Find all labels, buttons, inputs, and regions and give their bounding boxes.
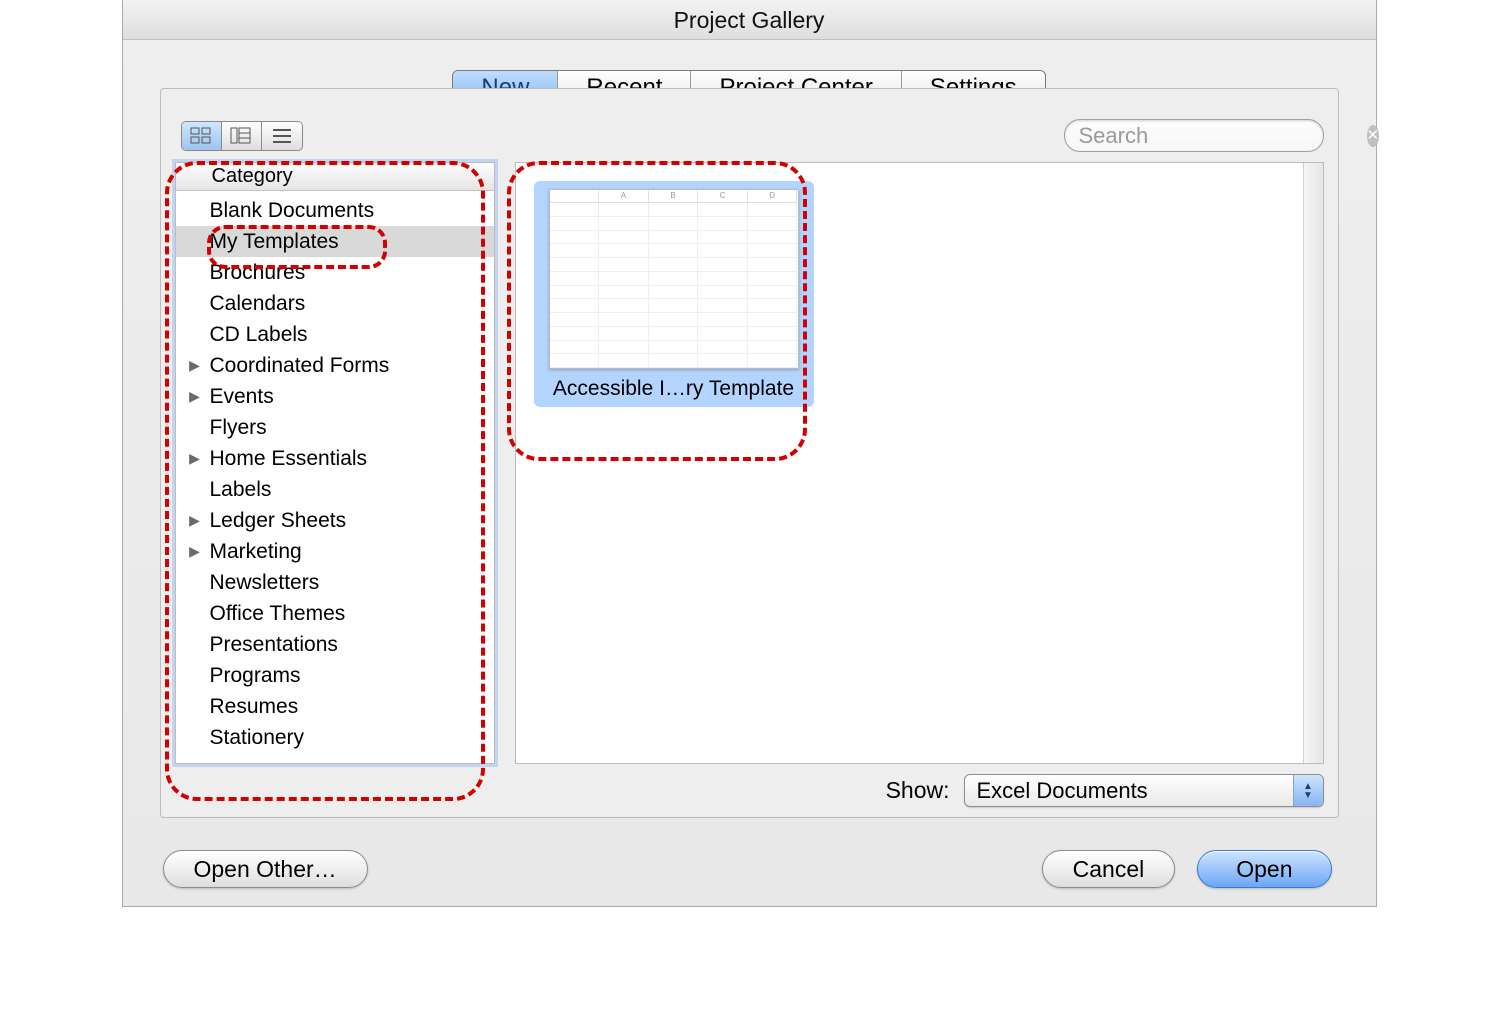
category-item[interactable]: Calendars xyxy=(176,288,494,319)
category-item[interactable]: ▶ Coordinated Forms xyxy=(176,350,494,381)
template-item[interactable]: ABCDAccessible I…ry Template xyxy=(534,181,814,407)
template-thumbnail: ABCD xyxy=(549,189,799,369)
category-item[interactable]: ▶ Home Essentials xyxy=(176,443,494,474)
category-item[interactable]: ▶ Marketing xyxy=(176,536,494,567)
view-list-icon[interactable] xyxy=(262,122,302,150)
category-item[interactable]: Resumes xyxy=(176,691,494,722)
template-label: Accessible I…ry Template xyxy=(542,369,806,403)
category-item[interactable]: Blank Documents xyxy=(176,195,494,226)
category-item[interactable]: Labels xyxy=(176,474,494,505)
search-input[interactable] xyxy=(1079,123,1367,149)
disclosure-triangle-icon: ▶ xyxy=(186,357,204,374)
view-columns-icon[interactable] xyxy=(222,122,262,150)
category-item[interactable]: Stationery xyxy=(176,722,494,753)
category-label: Stationery xyxy=(210,726,305,750)
category-label: Programs xyxy=(210,664,301,688)
category-label: Labels xyxy=(210,478,272,502)
view-mode-toggle xyxy=(181,121,303,151)
open-button[interactable]: Open xyxy=(1197,850,1331,888)
template-grid: ABCDAccessible I…ry Template xyxy=(515,162,1324,764)
show-filter-value: Excel Documents xyxy=(977,778,1148,804)
view-grid-icon[interactable] xyxy=(182,122,222,150)
category-label: Home Essentials xyxy=(210,447,368,471)
scrollbar[interactable] xyxy=(1303,163,1323,763)
category-label: Marketing xyxy=(210,540,302,564)
category-label: Office Themes xyxy=(210,602,346,626)
disclosure-triangle-icon: ▶ xyxy=(186,388,204,405)
category-header: Category xyxy=(176,163,494,191)
show-filter-dropdown[interactable]: Excel Documents ▲▼ xyxy=(964,774,1324,807)
category-label: Resumes xyxy=(210,695,299,719)
category-item[interactable]: My Templates xyxy=(176,226,494,257)
category-label: Brochures xyxy=(210,261,306,285)
window-title: Project Gallery xyxy=(123,0,1376,40)
category-label: Ledger Sheets xyxy=(210,509,347,533)
category-item[interactable]: Newsletters xyxy=(176,567,494,598)
category-item[interactable]: Presentations xyxy=(176,629,494,660)
category-item[interactable]: Flyers xyxy=(176,412,494,443)
category-label: Events xyxy=(210,385,274,409)
category-label: Calendars xyxy=(210,292,306,316)
search-field[interactable]: ✕ xyxy=(1064,119,1324,152)
clear-search-icon[interactable]: ✕ xyxy=(1367,125,1380,147)
category-label: My Templates xyxy=(210,230,339,254)
dropdown-arrows-icon: ▲▼ xyxy=(1293,775,1323,806)
content-frame: ✕ Category Blank Documents My Templates Br… xyxy=(160,88,1339,818)
category-item[interactable]: Brochures xyxy=(176,257,494,288)
category-label: Flyers xyxy=(210,416,267,440)
project-gallery-window: Project Gallery New Recent Project Cente… xyxy=(122,0,1377,907)
category-item[interactable]: Office Themes xyxy=(176,598,494,629)
show-label: Show: xyxy=(886,777,950,804)
category-item[interactable]: Programs xyxy=(176,660,494,691)
category-label: Blank Documents xyxy=(210,199,375,223)
disclosure-triangle-icon: ▶ xyxy=(186,450,204,467)
disclosure-triangle-icon: ▶ xyxy=(186,512,204,529)
category-label: CD Labels xyxy=(210,323,308,347)
open-other-button[interactable]: Open Other… xyxy=(163,850,368,888)
category-label: Newsletters xyxy=(210,571,320,595)
category-sidebar: Category Blank Documents My Templates Broc… xyxy=(175,162,495,764)
category-item[interactable]: CD Labels xyxy=(176,319,494,350)
category-item[interactable]: ▶ Events xyxy=(176,381,494,412)
category-label: Coordinated Forms xyxy=(210,354,390,378)
category-item[interactable]: ▶ Ledger Sheets xyxy=(176,505,494,536)
category-label: Presentations xyxy=(210,633,338,657)
cancel-button[interactable]: Cancel xyxy=(1042,850,1176,888)
disclosure-triangle-icon: ▶ xyxy=(186,543,204,560)
